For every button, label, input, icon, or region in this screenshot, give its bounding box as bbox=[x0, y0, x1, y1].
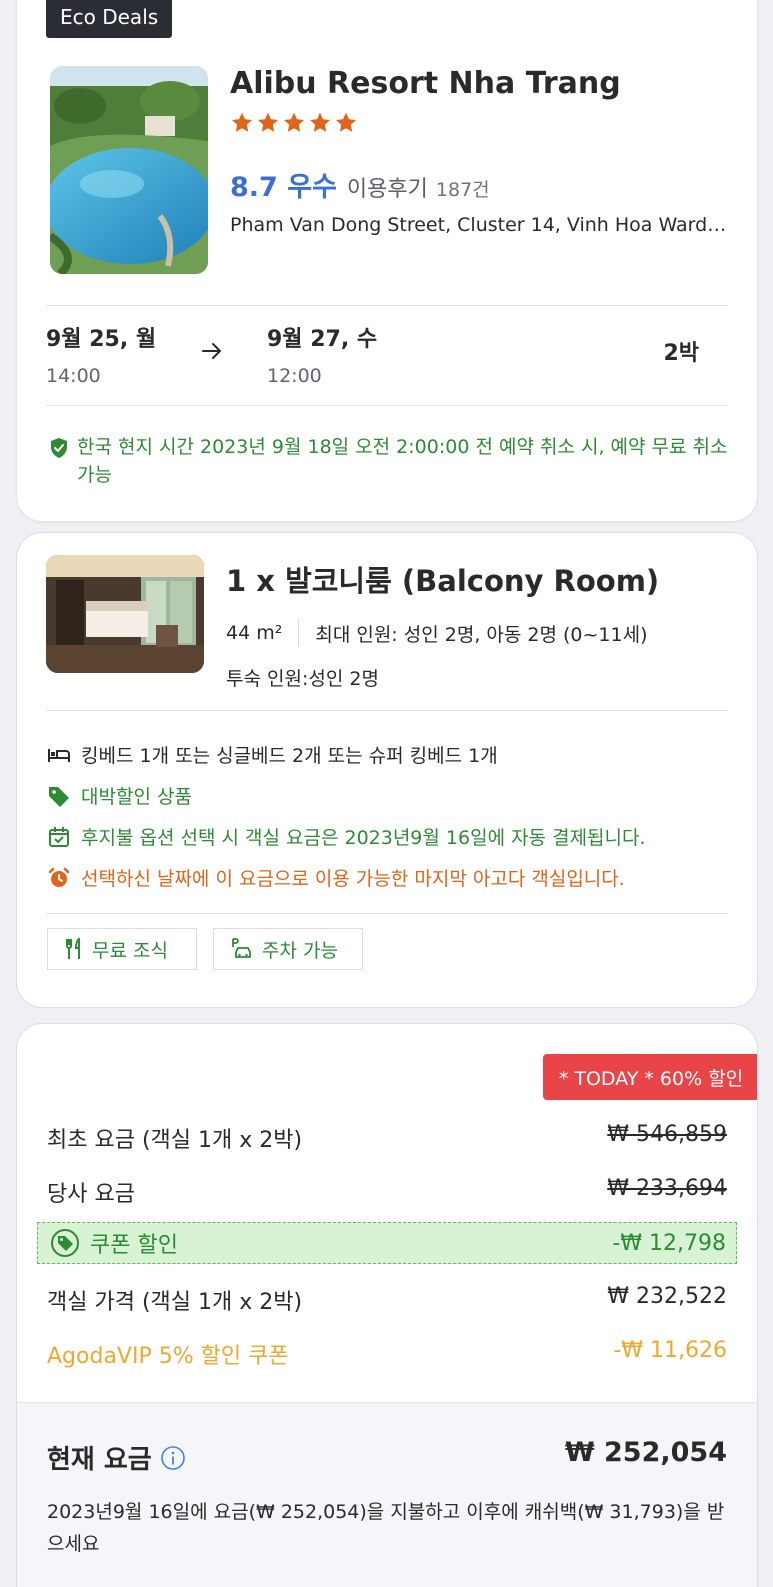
star-icon bbox=[258, 112, 278, 132]
room-photo[interactable] bbox=[46, 555, 204, 673]
star-icon bbox=[284, 112, 304, 132]
star-rating bbox=[230, 111, 358, 135]
hotel-address: Pham Van Dong Street, Cluster 14, Vinh H… bbox=[230, 214, 730, 236]
deal-text: 대박할인 상품 bbox=[81, 786, 192, 808]
checkin-time: 14:00 bbox=[46, 365, 101, 387]
divider bbox=[46, 305, 728, 306]
original-price-label: 최초 요금 (객실 1개 x 2박) bbox=[47, 1128, 303, 1153]
amenity-label: 무료 조식 bbox=[92, 939, 168, 962]
coupon-discount-row[interactable]: 쿠폰 할인 -₩ 12,798 bbox=[37, 1222, 737, 1264]
car-parking-icon bbox=[232, 938, 251, 958]
amenity-label: 주차 가능 bbox=[262, 939, 338, 962]
bed-text: 킹베드 1개 또는 싱글베드 2개 또는 슈퍼 킹베드 1개 bbox=[81, 745, 498, 767]
alarm-clock-icon bbox=[48, 867, 70, 887]
amenity-free-breakfast: 무료 조식 bbox=[47, 928, 197, 970]
shield-check-icon bbox=[51, 438, 67, 458]
room-price-row: 객실 가격 (객실 1개 x 2박) ₩ 232,522 bbox=[47, 1284, 727, 1316]
vip-coupon-row: AgodaVIP 5% 할인 쿠폰 -₩ 11,626 bbox=[47, 1338, 727, 1370]
our-price-label: 당사 요금 bbox=[47, 1182, 135, 1207]
total-label: 현재 요금 bbox=[47, 1445, 152, 1475]
tag-icon bbox=[49, 786, 69, 807]
checkout-date: 9월 27, 수 bbox=[267, 327, 378, 352]
fork-knife-icon bbox=[66, 938, 80, 959]
today-discount-badge: * TODAY * 60% 할인 bbox=[543, 1054, 757, 1100]
total-amount: ₩ 252,054 bbox=[564, 1437, 727, 1468]
our-price-value: ₩ 233,694 bbox=[607, 1176, 727, 1201]
room-specs: 44 m² 최대 인원: 성인 2명, 아동 2명 (0~11세) bbox=[226, 619, 648, 647]
price-card: * TODAY * 60% 할인 최초 요금 (객실 1개 x 2박) ₩ 54… bbox=[16, 1023, 758, 1587]
room-image bbox=[46, 555, 204, 673]
max-occupancy: 최대 인원: 성인 2명, 아동 2명 (0~11세) bbox=[315, 623, 648, 646]
room-price-value: ₩ 232,522 bbox=[607, 1284, 727, 1309]
hotel-pool-image bbox=[50, 66, 208, 274]
amenity-parking: 주차 가능 bbox=[213, 928, 363, 970]
star-icon bbox=[310, 112, 330, 132]
room-title: 1 x 발코니룸 (Balcony Room) bbox=[226, 564, 660, 598]
cancellation-text: 한국 현지 시간 2023년 9월 18일 오전 2:00:00 전 예약 취소… bbox=[77, 436, 728, 486]
payment-notice: 후지불 옵션 선택 시 객실 요금은 2023년9월 16일에 자동 결제됩니다… bbox=[47, 823, 646, 850]
hotel-photo[interactable] bbox=[50, 66, 208, 274]
divider bbox=[46, 710, 728, 711]
total-label-group: 현재 요금 bbox=[47, 1439, 186, 1476]
bed-icon bbox=[48, 748, 70, 762]
nights-count: 2박 bbox=[663, 341, 699, 366]
star-icon bbox=[336, 112, 356, 132]
room-guests: 투숙 인원:성인 2명 bbox=[226, 668, 379, 690]
coupon-value: -₩ 12,798 bbox=[612, 1230, 726, 1256]
checkout-block: 9월 27, 수 12:00 bbox=[267, 321, 377, 387]
star-icon bbox=[232, 112, 252, 132]
free-cancellation-notice: 한국 현지 시간 2023년 9월 18일 오전 2:00:00 전 예약 취소… bbox=[49, 433, 729, 489]
checkin-block: 9월 25, 월 14:00 bbox=[46, 321, 156, 387]
last-room-notice: 선택하신 날짜에 이 요금으로 이용 가능한 마지막 아고다 객실입니다. bbox=[47, 864, 625, 891]
rating-row[interactable]: 8.7 우수 이용후기 187건 bbox=[230, 165, 490, 204]
divider bbox=[46, 405, 728, 406]
checkin-date: 9월 25, 월 bbox=[46, 327, 157, 352]
review-label: 이용후기 bbox=[346, 177, 428, 202]
coupon-tag-icon bbox=[51, 1229, 79, 1257]
room-size: 44 m² bbox=[226, 622, 283, 644]
bed-info: 킹베드 1개 또는 싱글베드 2개 또는 슈퍼 킹베드 1개 bbox=[47, 741, 498, 768]
arrow-right-icon bbox=[202, 343, 221, 359]
room-card: 1 x 발코니룸 (Balcony Room) 44 m² 최대 인원: 성인 … bbox=[16, 532, 758, 1008]
calendar-check-icon bbox=[49, 826, 69, 847]
rating-score: 8.7 우수 bbox=[230, 172, 337, 203]
payment-notice-text: 후지불 옵션 선택 시 객실 요금은 2023년9월 16일에 자동 결제됩니다… bbox=[81, 827, 646, 849]
original-price-value: ₩ 546,859 bbox=[607, 1122, 727, 1147]
divider bbox=[46, 913, 728, 914]
deal-info: 대박할인 상품 bbox=[47, 782, 192, 809]
review-count: 187건 bbox=[435, 179, 490, 201]
hotel-name[interactable]: Alibu Resort Nha Trang bbox=[230, 66, 621, 101]
last-room-text: 선택하신 날짜에 이 요금으로 이용 가능한 마지막 아고다 객실입니다. bbox=[81, 868, 625, 890]
coupon-label: 쿠폰 할인 bbox=[90, 1233, 178, 1258]
total-section: 현재 요금 ₩ 252,054 2023년9월 16일에 요금(₩ 252,05… bbox=[17, 1402, 757, 1587]
info-icon[interactable] bbox=[160, 1445, 186, 1471]
checkout-time: 12:00 bbox=[267, 365, 322, 387]
vip-coupon-value: -₩ 11,626 bbox=[613, 1338, 727, 1363]
our-price-row: 당사 요금 ₩ 233,694 bbox=[47, 1176, 727, 1208]
room-price-label: 객실 가격 (객실 1개 x 2박) bbox=[47, 1290, 303, 1315]
cashback-note: 2023년9월 16일에 요금(₩ 252,054)을 지불하고 이후에 캐쉬백… bbox=[47, 1501, 725, 1555]
hotel-card: Eco Deals Alibu Resort Nha Trang 8.7 우수 … bbox=[16, 0, 758, 522]
original-price-row: 최초 요금 (객실 1개 x 2박) ₩ 546,859 bbox=[47, 1122, 727, 1154]
vip-coupon-label: AgodaVIP 5% 할인 쿠폰 bbox=[47, 1344, 289, 1369]
eco-deals-badge: Eco Deals bbox=[46, 0, 173, 38]
spec-separator bbox=[298, 619, 300, 647]
